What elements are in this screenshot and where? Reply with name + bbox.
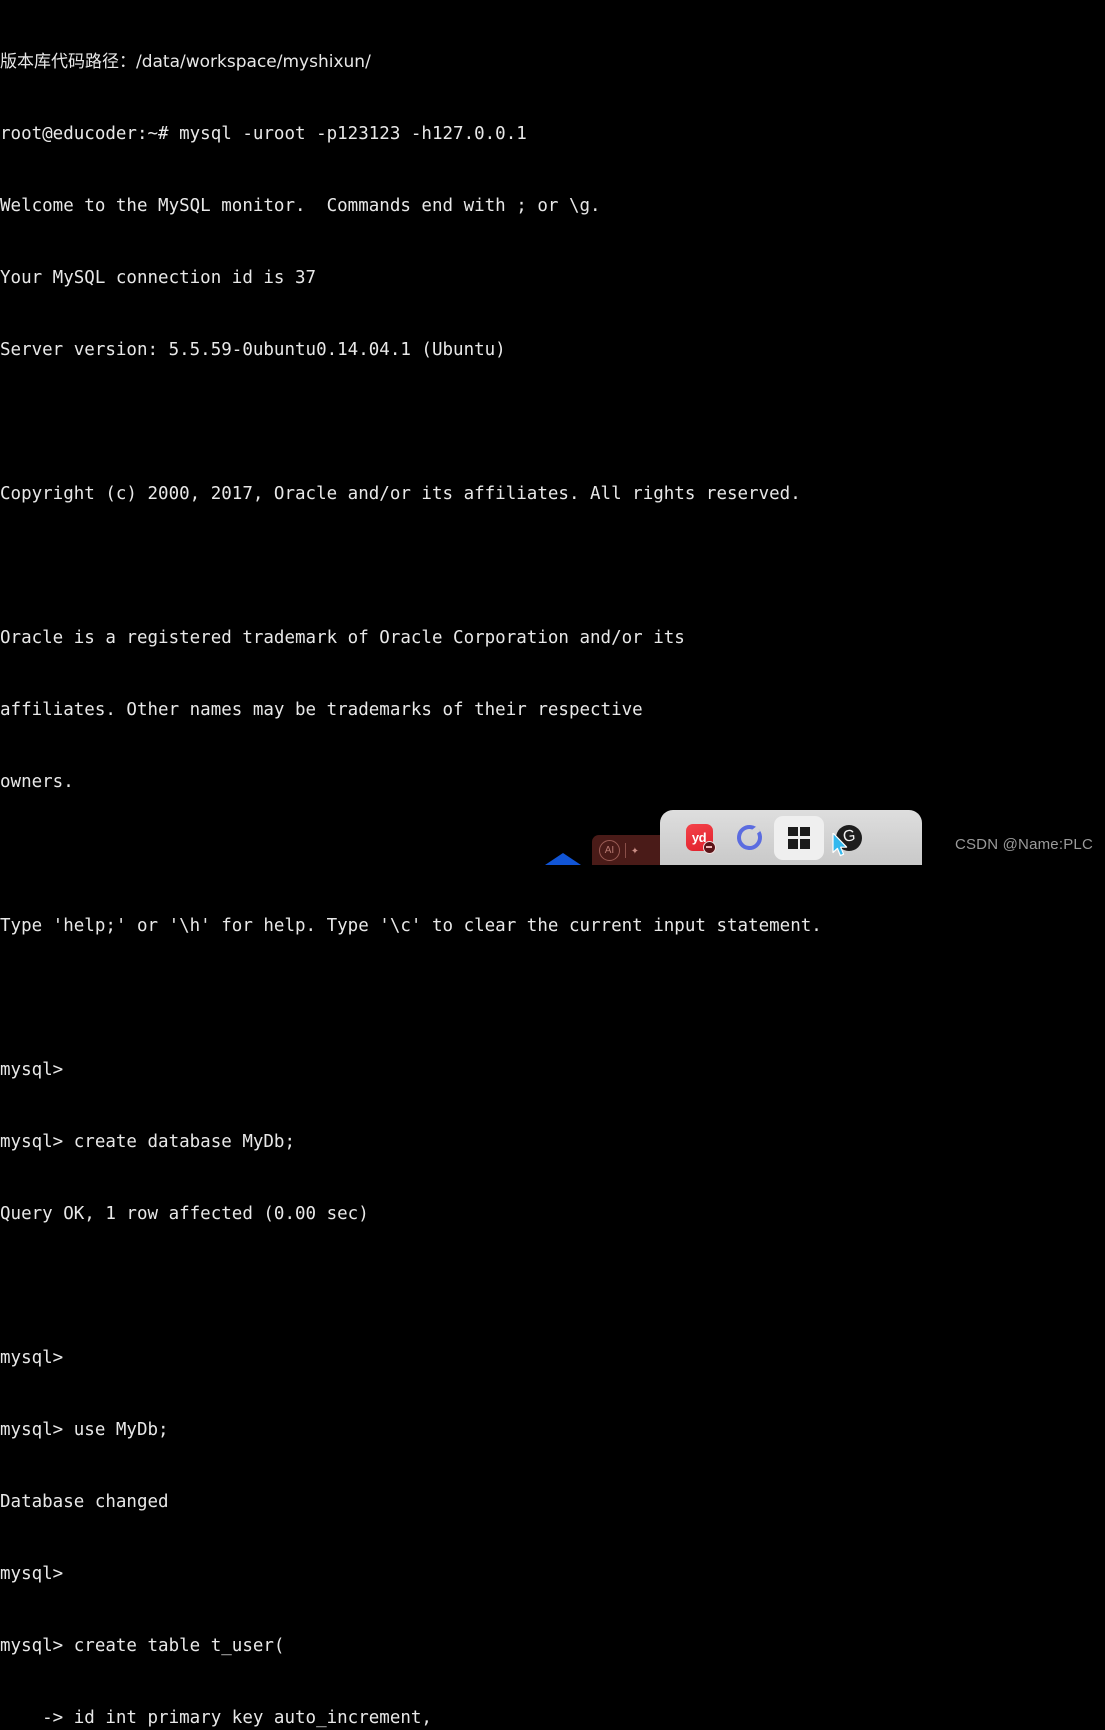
terminal-line-prompt: mysql> — [0, 1564, 64, 1584]
terminal-line-server-version: Server version: 5.5.59-0ubuntu0.14.04.1 … — [0, 340, 506, 360]
terminal-line-use-database: mysql> use MyDb; — [0, 1420, 169, 1440]
dock-item-windows-start[interactable] — [774, 815, 824, 860]
terminal-line-trademark-3: owners. — [0, 772, 74, 792]
windows-pane — [800, 838, 810, 849]
terminal-line-welcome: Welcome to the MySQL monitor. Commands e… — [0, 196, 601, 216]
dock-item-quark[interactable] — [724, 816, 774, 860]
terminal-line-col-id: -> id int primary key auto_increment, — [0, 1708, 432, 1728]
terminal-line-connection-id: Your MySQL connection id is 37 — [0, 268, 317, 288]
windows-pane — [788, 826, 798, 837]
terminal-line-prompt: mysql> — [0, 1060, 64, 1080]
windows-pane — [800, 826, 810, 837]
csdn-watermark: CSDN @Name:PLC — [954, 836, 1093, 853]
terminal-output[interactable]: 版本库代码路径：/data/workspace/myshixun/ root@e… — [0, 0, 1105, 1728]
blue-triangle-icon — [545, 853, 581, 865]
terminal-line-prompt: mysql> — [0, 1348, 64, 1368]
ai-badge-icon: AI — [599, 839, 620, 861]
dock-item-logitech[interactable]: G — [824, 816, 874, 860]
youdao-status-badge — [702, 841, 716, 854]
terminal-line-trademark-2: affiliates. Other names may be trademark… — [0, 700, 643, 720]
youdao-dictionary-icon: yd — [685, 824, 716, 854]
logitech-g-label: G — [841, 826, 857, 846]
terminal-line-repo-path: 版本库代码路径：/data/workspace/myshixun/ — [0, 52, 371, 72]
desktop-bottom-strip: AI ✦ yd G CSDN @Name:PLC — [0, 800, 1105, 865]
divider — [625, 842, 626, 858]
terminal-line-database-changed: Database changed — [0, 1492, 169, 1512]
terminal-line-query-ok: Query OK, 1 row affected (0.00 sec) — [0, 1204, 369, 1224]
ai-toolbar-panel[interactable]: AI ✦ — [592, 835, 670, 865]
dock-item-youdao[interactable]: yd — [674, 816, 724, 860]
windows-start-icon — [788, 826, 810, 849]
windows-pane — [788, 838, 798, 849]
terminal-line-create-table: mysql> create table t_user( — [0, 1636, 285, 1656]
terminal-line-help-hint: Type 'help;' or '\h' for help. Type '\c'… — [0, 916, 822, 936]
logitech-g-icon: G — [836, 824, 862, 851]
terminal-line-mysql-command: root@educoder:~# mysql -uroot -p123123 -… — [0, 124, 527, 144]
terminal-line-copyright: Copyright (c) 2000, 2017, Oracle and/or … — [0, 484, 801, 504]
quark-browser-icon — [731, 819, 767, 856]
terminal-line-create-database: mysql> create database MyDb; — [0, 1132, 296, 1152]
terminal-line-trademark-1: Oracle is a registered trademark of Orac… — [0, 628, 685, 648]
taskbar-dock[interactable]: yd G — [660, 810, 922, 865]
sparkle-icon: ✦ — [631, 842, 639, 858]
